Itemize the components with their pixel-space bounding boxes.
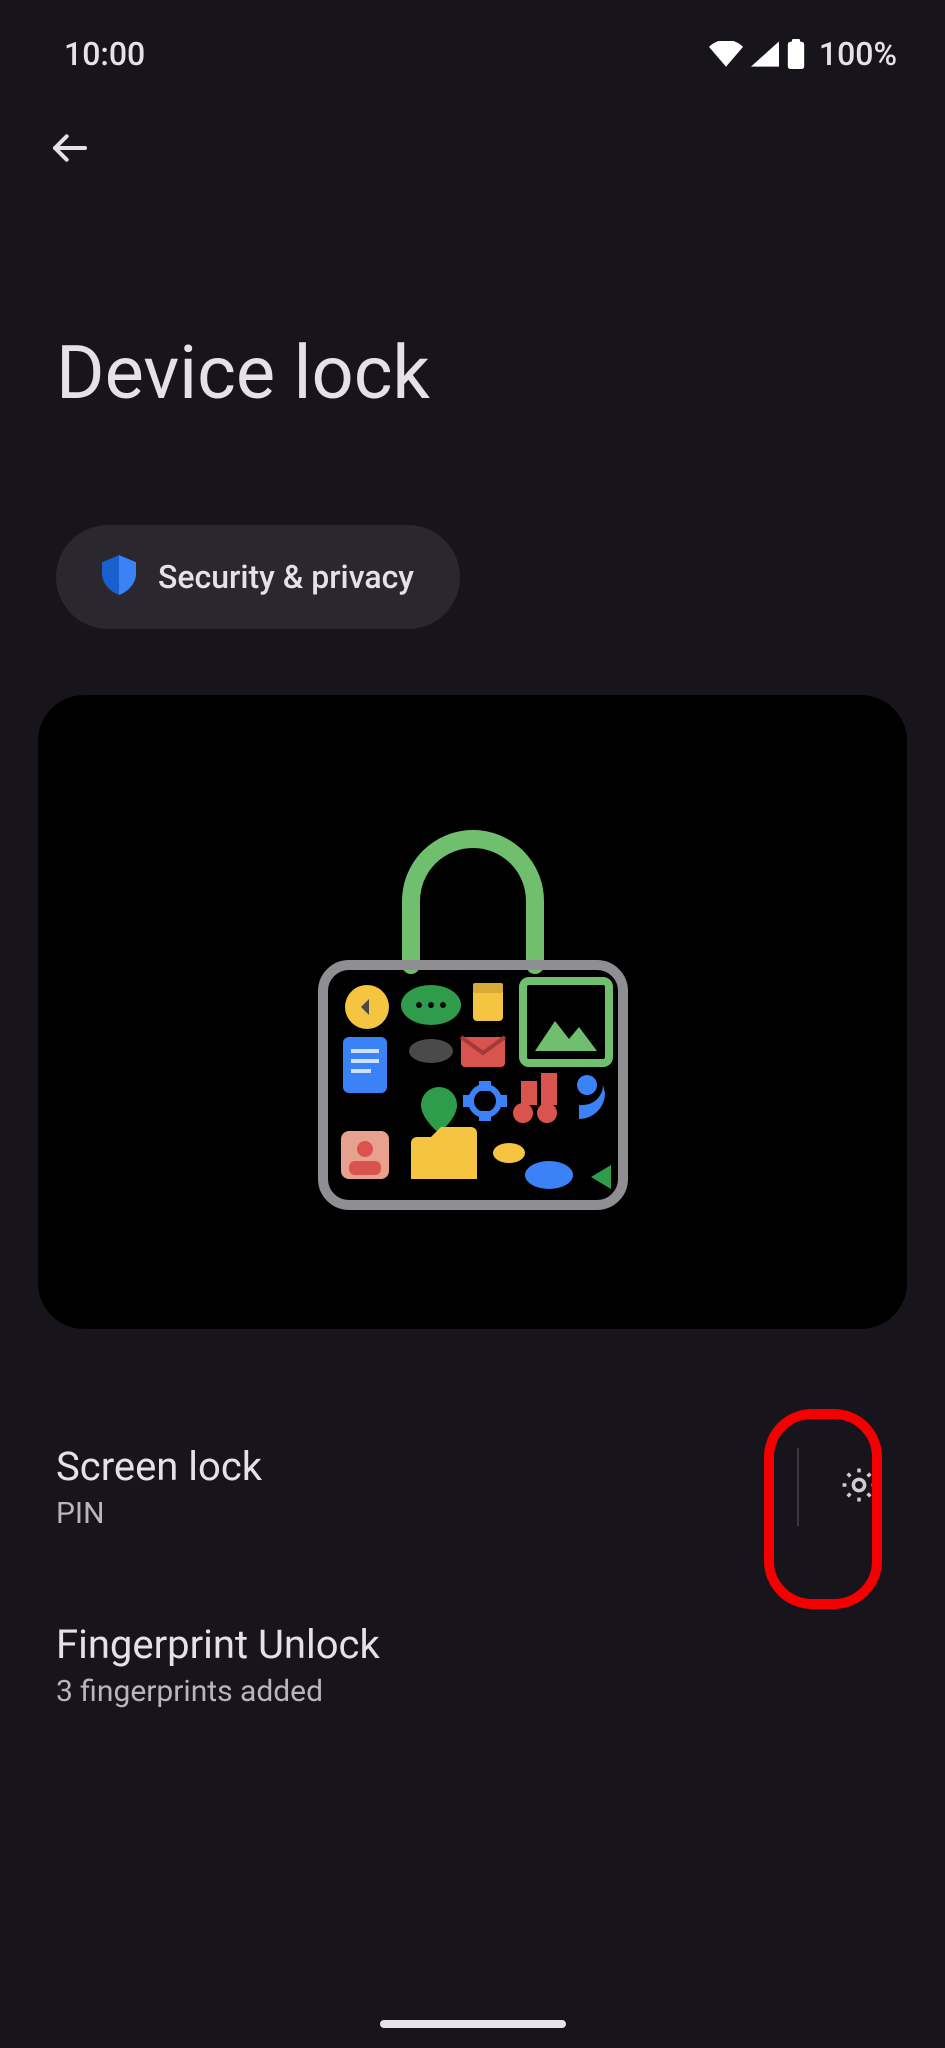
fingerprint-item-text: Fingerprint Unlock 3 fingerprints added [56, 1621, 889, 1709]
back-button[interactable] [40, 120, 100, 180]
screen-lock-settings-button[interactable] [829, 1457, 889, 1517]
status-time: 10:00 [64, 35, 145, 73]
screen-lock-item: Screen lock PIN [56, 1425, 889, 1567]
divider-vertical [797, 1448, 799, 1526]
toolbar [0, 80, 945, 180]
lock-illustration-card [38, 695, 907, 1329]
page-title: Device lock [0, 180, 945, 417]
navigation-handle[interactable] [380, 2020, 566, 2028]
list-item-title: Fingerprint Unlock [56, 1621, 889, 1668]
signal-icon [751, 41, 779, 67]
status-bar: 10:00 100% [0, 0, 945, 80]
wifi-icon [709, 41, 743, 67]
screen-lock-trailing [797, 1448, 889, 1526]
shield-icon [102, 555, 136, 599]
screen-lock-item-text[interactable]: Screen lock PIN [56, 1443, 797, 1531]
list-item-subtitle: PIN [56, 1496, 797, 1531]
list-item-title: Screen lock [56, 1443, 797, 1490]
arrow-back-icon [50, 128, 90, 172]
status-right: 100% [709, 35, 897, 73]
security-privacy-chip[interactable]: Security & privacy [56, 525, 460, 629]
lock-illustration-icon [313, 805, 633, 1219]
gear-icon [838, 1464, 880, 1510]
chip-label: Security & privacy [158, 558, 414, 596]
fingerprint-unlock-item[interactable]: Fingerprint Unlock 3 fingerprints added [56, 1603, 889, 1745]
settings-list: Screen lock PIN Fingerprint Unlock 3 fin… [0, 1425, 945, 1745]
list-item-subtitle: 3 fingerprints added [56, 1674, 889, 1709]
battery-icon [787, 39, 805, 69]
battery-pct: 100% [819, 35, 897, 73]
